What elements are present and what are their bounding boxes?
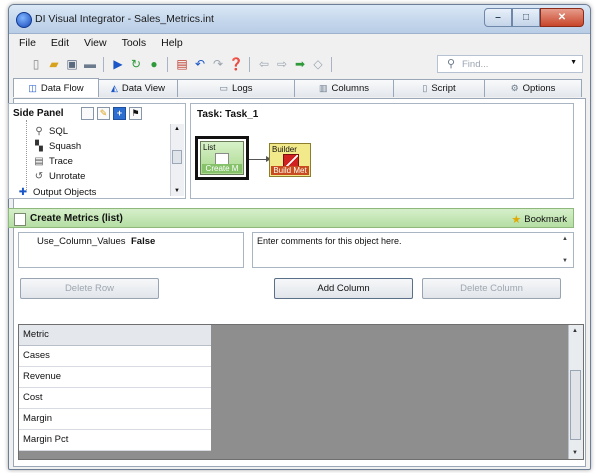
maximize-button[interactable]: □	[512, 8, 540, 27]
tab-options[interactable]: ⚙ Options	[484, 79, 582, 97]
list-object-icon	[14, 213, 26, 226]
add-icon[interactable]: +	[113, 107, 126, 120]
task-canvas[interactable]: Task: Task_1 List Create M Builder Build…	[190, 103, 574, 199]
table-row[interactable]: Cases	[19, 346, 211, 367]
tree-item-trace[interactable]: ▤ Trace	[33, 156, 73, 167]
squash-icon: ▚	[35, 141, 43, 152]
options-icon: ⚙	[510, 83, 519, 93]
output-objects-icon: ✚	[18, 187, 28, 198]
side-panel: Side Panel ✎ + ⚑ ⚲ SQL ▚ Squash ▤ Trace ↺ Un…	[8, 103, 186, 199]
undo-icon[interactable]: ↶	[193, 57, 207, 71]
menu-file[interactable]: File	[19, 37, 36, 49]
back-icon[interactable]: ⇦	[257, 57, 271, 71]
table-header[interactable]: Metric	[19, 325, 211, 346]
scroll-down-icon[interactable]: ▼	[562, 258, 568, 264]
scroll-up-icon[interactable]: ▲	[562, 236, 568, 242]
open-folder-icon[interactable]: ▰	[47, 57, 61, 71]
data-flow-icon: ◫	[28, 82, 37, 93]
star-icon: ★	[511, 214, 522, 226]
tab-bar: ◫ Data Flow ◭ Data View ▭ Logs ▥ Columns ▯ Sc…	[13, 78, 586, 98]
side-panel-scrollbar[interactable]: ▲ ▼	[170, 124, 184, 196]
menu-edit[interactable]: Edit	[51, 37, 69, 49]
tree-item-unrotate[interactable]: ↺ Unrotate	[33, 171, 86, 182]
tree-item-output-objects[interactable]: ✚ Output Objects	[17, 187, 97, 198]
properties-header: Create Metrics (list) ★ Bookmark	[8, 208, 574, 228]
property-grid[interactable]: Use_Column_Values False	[18, 232, 244, 268]
logs-icon: ▭	[219, 83, 228, 93]
delete-row-button[interactable]: Delete Row	[20, 278, 159, 299]
new-doc-icon[interactable]: ▯	[29, 57, 43, 71]
table-row[interactable]: Cost	[19, 388, 211, 409]
property-name: Use_Column_Values	[37, 236, 126, 247]
table-row[interactable]: Revenue	[19, 367, 211, 388]
columns-icon: ▥	[318, 83, 328, 93]
builder-node[interactable]: Builder Build Met	[269, 143, 311, 177]
unrotate-icon: ↺	[34, 171, 44, 182]
tab-script[interactable]: ▯ Script	[393, 79, 485, 97]
scroll-up-icon[interactable]: ▲	[572, 328, 578, 334]
flag-icon[interactable]: ⚑	[129, 107, 142, 120]
side-panel-title: Side Panel	[13, 108, 64, 119]
comments-scrollbar[interactable]: ▲ ▼	[561, 234, 572, 266]
print-icon[interactable]: ▬	[83, 57, 97, 71]
erase-icon[interactable]: ◇	[311, 57, 325, 71]
table-scrollbar[interactable]: ▲ ▼	[568, 325, 583, 459]
save-icon[interactable]: ▣	[65, 57, 79, 71]
scroll-thumb[interactable]	[172, 150, 182, 164]
tab-data-view[interactable]: ◭ Data View	[98, 79, 178, 97]
chevron-down-icon[interactable]: ▼	[570, 59, 577, 66]
toolbar: ▯ ▰ ▣ ▬ ▶ ↻ ● ▤ ↶ ↷ ❓ ⇦ ⇨ ➡ ◇ ⚲ Find... …	[9, 54, 590, 76]
collapse-icon[interactable]	[81, 107, 94, 120]
close-button[interactable]: ✕	[540, 8, 584, 27]
find-placeholder: Find...	[462, 59, 489, 70]
tab-logs[interactable]: ▭ Logs	[177, 79, 295, 97]
help-icon[interactable]: ❓	[229, 57, 244, 71]
app-logo-icon	[16, 12, 32, 28]
add-column-button[interactable]: Add Column	[274, 278, 413, 299]
redo-icon[interactable]: ↷	[211, 57, 225, 71]
properties-title: Create Metrics (list)	[30, 213, 123, 224]
delete-column-button[interactable]: Delete Column	[422, 278, 561, 299]
menu-view[interactable]: View	[84, 37, 107, 49]
menu-tools[interactable]: Tools	[122, 37, 147, 49]
forward-icon[interactable]: ⇨	[275, 57, 289, 71]
data-view-icon: ◭	[110, 83, 118, 93]
scroll-down-icon[interactable]: ▼	[572, 450, 578, 456]
task-title: Task: Task_1	[197, 109, 259, 120]
edit-icon[interactable]: ✎	[97, 107, 110, 120]
scroll-up-icon[interactable]: ▲	[174, 126, 180, 132]
find-input[interactable]: ⚲ Find... ▼	[437, 55, 583, 73]
tab-data-flow[interactable]: ◫ Data Flow	[13, 78, 99, 97]
tree-item-sql[interactable]: ⚲ SQL	[33, 126, 68, 137]
script-icon: ▯	[422, 83, 428, 93]
metrics-table: Metric Cases Revenue Cost Margin Margin …	[18, 324, 584, 460]
table-row[interactable]: Margin Pct	[19, 430, 211, 451]
scroll-thumb[interactable]	[570, 370, 581, 440]
tree-item-squash[interactable]: ▚ Squash	[33, 141, 81, 152]
bookmark-link[interactable]: ★ Bookmark	[511, 213, 567, 226]
window-title: DI Visual Integrator - Sales_Metrics.int	[35, 13, 214, 25]
menu-bar: File Edit View Tools Help	[9, 34, 590, 52]
comments-text: Enter comments for this object here.	[257, 236, 402, 246]
trace-icon: ▤	[34, 156, 44, 167]
comments-field[interactable]: Enter comments for this object here. ▲ ▼	[252, 232, 574, 268]
list-node[interactable]: List Create M	[200, 141, 244, 175]
go-icon[interactable]: ➡	[293, 57, 307, 71]
connector-arrow	[249, 156, 271, 162]
minimize-button[interactable]: –	[484, 8, 512, 27]
table-row[interactable]: Margin	[19, 409, 211, 430]
refresh-icon[interactable]: ↻	[129, 57, 143, 71]
title-bar[interactable]: DI Visual Integrator - Sales_Metrics.int…	[9, 5, 590, 34]
run-icon[interactable]: ▶	[111, 57, 125, 71]
search-icon: ⚲	[446, 58, 456, 70]
menu-help[interactable]: Help	[161, 37, 183, 49]
stop-icon[interactable]: ●	[147, 57, 161, 71]
table-icon[interactable]: ▤	[175, 57, 189, 71]
property-value[interactable]: False	[131, 236, 155, 247]
magnifier-icon: ⚲	[35, 126, 43, 137]
tab-columns[interactable]: ▥ Columns	[294, 79, 394, 97]
scroll-down-icon[interactable]: ▼	[174, 188, 180, 194]
